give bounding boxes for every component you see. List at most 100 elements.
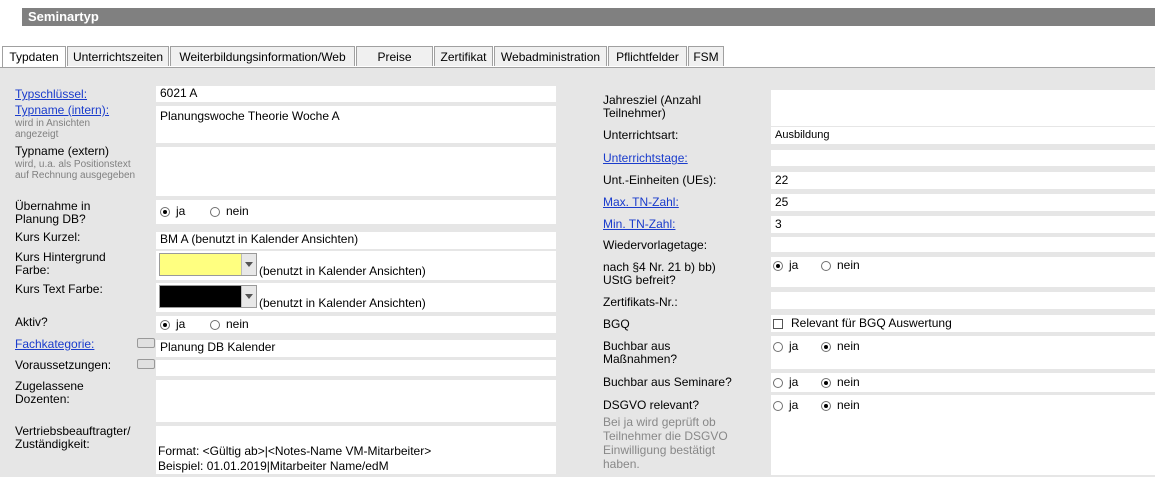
max-tn-field[interactable]: 25: [771, 194, 1155, 211]
typschluessel-label[interactable]: Typschlüssel:: [15, 88, 87, 101]
textfarbe-field: (benutzt in Kalender Ansichten): [156, 283, 556, 312]
textfarbe-label: Kurs Text Farbe:: [15, 282, 103, 296]
typname-extern-field[interactable]: [156, 147, 556, 196]
kurs-kurzel-field[interactable]: BM A (benutzt in Kalender Ansichten): [156, 232, 556, 249]
dsgvo-ja[interactable]: ja: [773, 398, 798, 412]
tab-bar: Typdaten Unterrichtszeiten Weiterbildung…: [0, 46, 1155, 68]
form-panel: Typschlüssel: 6021 A Typname (intern): w…: [0, 68, 1155, 477]
voraussetzungen-field[interactable]: [156, 360, 556, 376]
uebernahme-ja[interactable]: ja: [160, 204, 185, 218]
radio-icon[interactable]: [773, 377, 783, 388]
typname-intern-field[interactable]: Planungswoche Theorie Woche A: [156, 106, 556, 143]
bgq-label: BGQ: [603, 317, 630, 331]
checkbox-icon[interactable]: [773, 318, 783, 329]
chevron-down-icon[interactable]: [241, 254, 256, 275]
tab-unterrichtszeiten[interactable]: Unterrichtszeiten: [67, 46, 169, 66]
buchbar-seminare-label: Buchbar aus Seminare?: [603, 375, 732, 389]
buchbar-massnahmen-nein[interactable]: nein: [821, 339, 860, 353]
ustg-nein[interactable]: nein: [821, 258, 860, 272]
page-title: Seminartyp: [28, 9, 99, 24]
hintergrund-note: (benutzt in Kalender Ansichten): [259, 264, 426, 278]
radio-icon[interactable]: [773, 260, 783, 271]
tab-pflichtfelder[interactable]: Pflichtfelder: [608, 46, 687, 66]
ues-label: Unt.-Einheiten (UEs):: [603, 173, 717, 187]
jahresziel-field[interactable]: [771, 90, 1155, 126]
fachkategorie-field[interactable]: Planung DB Kalender: [156, 340, 556, 357]
max-tn-label[interactable]: Max. TN-Zahl:: [603, 196, 679, 209]
dsgvo-label: DSGVO relevant?: [603, 398, 700, 412]
aktiv-field: ja nein: [156, 316, 556, 333]
uebernahme-nein[interactable]: nein: [210, 204, 249, 218]
bgq-checkbox[interactable]: Relevant für BGQ Auswertung: [773, 316, 952, 330]
vertrieb-label: Vertriebsbeauftragter/ Zuständigkeit:: [15, 424, 131, 451]
fachkategorie-button[interactable]: [137, 338, 155, 348]
radio-icon[interactable]: [773, 400, 783, 411]
min-tn-field[interactable]: 3: [771, 216, 1155, 233]
wiedervorlage-field[interactable]: [771, 237, 1155, 252]
zertifikat-field[interactable]: [771, 292, 1155, 309]
unterrichtsart-label: Unterrichtsart:: [603, 128, 679, 142]
vertrieb-format: Format: <Gültig ab>|<Notes-Name VM-Mitar…: [158, 444, 432, 458]
chevron-down-icon[interactable]: [241, 286, 256, 307]
typschluessel-field[interactable]: 6021 A: [156, 86, 556, 102]
hintergrund-field: (benutzt in Kalender Ansichten): [156, 251, 556, 280]
aktiv-label: Aktiv?: [15, 315, 48, 329]
radio-icon[interactable]: [210, 206, 220, 217]
dozenten-label: Zugelassene Dozenten:: [15, 379, 84, 406]
voraussetzungen-button[interactable]: [137, 359, 155, 369]
jahresziel-label: Jahresziel (Anzahl Teilnehmer): [603, 93, 702, 120]
radio-icon[interactable]: [821, 377, 831, 388]
tab-preise[interactable]: Preise: [356, 46, 433, 66]
buchbar-massnahmen-field: ja nein: [771, 336, 1155, 369]
dsgvo-nein[interactable]: nein: [821, 398, 860, 412]
typname-intern-hint: wird in Ansichten angezeigt: [15, 118, 91, 140]
unterrichtstage-label[interactable]: Unterrichtstage:: [603, 152, 688, 165]
min-tn-label[interactable]: Min. TN-Zahl:: [603, 218, 675, 231]
unterrichtstage-field[interactable]: [771, 150, 1155, 166]
aktiv-ja[interactable]: ja: [160, 317, 185, 331]
buchbar-massnahmen-label: Buchbar aus Maßnahmen?: [603, 339, 678, 366]
buchbar-seminare-ja[interactable]: ja: [773, 375, 798, 389]
radio-icon[interactable]: [821, 341, 831, 352]
hintergrund-color-dropdown[interactable]: [159, 253, 257, 276]
tab-weiterbildungsinformation[interactable]: Weiterbildungsinformation/Web: [170, 46, 355, 66]
hintergrund-label: Kurs Hintergrund Farbe:: [15, 250, 106, 277]
ues-field[interactable]: 22: [771, 172, 1155, 189]
wiedervorlage-label: Wiedervorlagetage:: [603, 238, 708, 252]
vertrieb-beispiel: Beispiel: 01.01.2019|Mitarbeiter Name/ed…: [158, 459, 389, 473]
ustg-field: ja nein: [771, 257, 1155, 287]
textfarbe-color-dropdown[interactable]: [159, 285, 257, 308]
radio-icon[interactable]: [210, 319, 220, 330]
buchbar-seminare-nein[interactable]: nein: [821, 375, 860, 389]
uebernahme-label: Übernahme in Planung DB?: [15, 199, 91, 226]
tab-webadministration[interactable]: Webadministration: [494, 46, 607, 66]
vertrieb-field[interactable]: Format: <Gültig ab>|<Notes-Name VM-Mitar…: [156, 426, 556, 474]
bgq-field: Relevant für BGQ Auswertung: [771, 315, 1155, 332]
ustg-ja[interactable]: ja: [773, 258, 798, 272]
voraussetzungen-label: Voraussetzungen:: [15, 358, 112, 372]
tab-fsm[interactable]: FSM: [688, 46, 724, 66]
dozenten-field[interactable]: [156, 380, 556, 422]
fachkategorie-label[interactable]: Fachkategorie:: [15, 338, 94, 351]
unterrichtsart-field[interactable]: Ausbildung: [771, 127, 1155, 144]
dsgvo-field: ja nein: [771, 395, 1155, 475]
aktiv-nein[interactable]: nein: [210, 317, 249, 331]
radio-icon[interactable]: [821, 400, 831, 411]
tab-typdaten[interactable]: Typdaten: [2, 46, 66, 68]
uebernahme-field: ja nein: [156, 200, 556, 224]
radio-icon[interactable]: [773, 341, 783, 352]
title-bar: Seminartyp: [22, 8, 1155, 26]
dsgvo-hint: Bei ja wird geprüft ob Teilnehmer die DS…: [603, 415, 728, 471]
buchbar-seminare-field: ja nein: [771, 373, 1155, 392]
kurs-kurzel-label: Kurs Kurzel:: [15, 230, 81, 244]
typname-intern-label[interactable]: Typname (intern):: [15, 104, 109, 117]
radio-icon[interactable]: [160, 206, 170, 217]
radio-icon[interactable]: [160, 319, 170, 330]
buchbar-massnahmen-ja[interactable]: ja: [773, 339, 798, 353]
textfarbe-note: (benutzt in Kalender Ansichten): [259, 296, 426, 310]
typname-extern-label: Typname (extern): [15, 144, 110, 158]
radio-icon[interactable]: [821, 260, 831, 271]
zertifikat-label: Zertifikats-Nr.:: [603, 295, 678, 309]
tab-zertifikat[interactable]: Zertifikat: [434, 46, 493, 66]
typname-extern-hint: wird, u.a. als Positionstext auf Rechnun…: [15, 159, 136, 181]
